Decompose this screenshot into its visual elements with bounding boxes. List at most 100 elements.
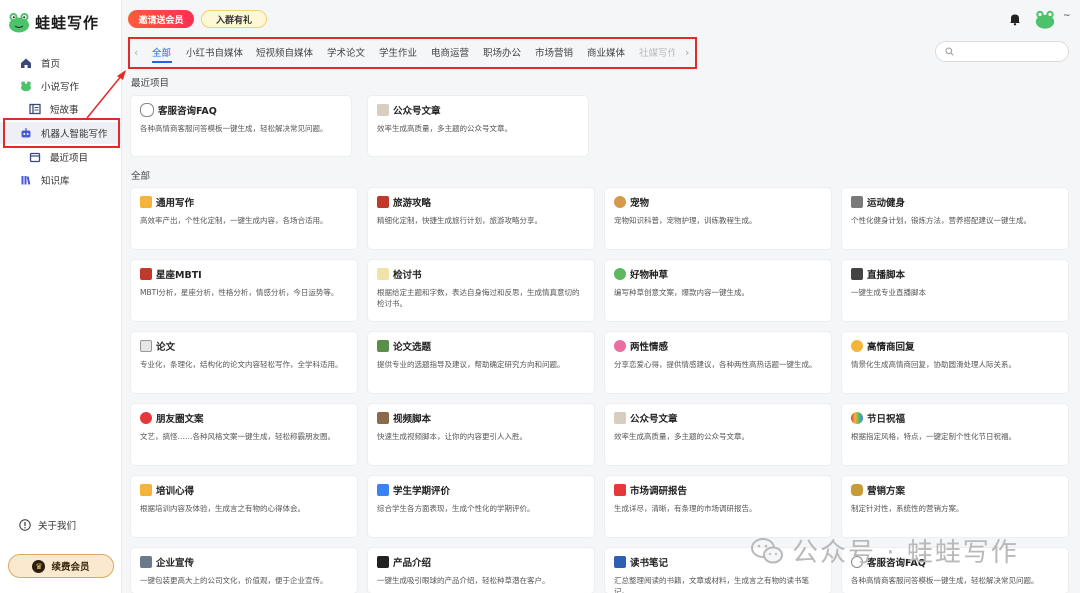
card-desc: 根据指定风格，特点，一键定制个性化节日祝福。: [851, 432, 1016, 441]
template-card[interactable]: 运动健身 个性化健身计划，锻炼方法，营养搭配建议一键生成。: [842, 188, 1068, 249]
template-card[interactable]: 好物种草 编写种草创意文案，爆款内容一键生成。: [605, 260, 831, 321]
film-icon: [377, 412, 389, 424]
card-title: 客服咨询FAQ: [158, 106, 217, 117]
card-desc: 提供专业的选题指导及建议，帮助确定研究方向和问题。: [377, 360, 565, 369]
app-name: 蛙蛙写作: [35, 13, 100, 32]
folder-icon: [29, 152, 41, 163]
memo-icon: [377, 268, 389, 280]
info-icon: [19, 519, 31, 531]
template-card[interactable]: 节日祝福 根据指定风格，特点，一键定制个性化节日祝福。: [842, 404, 1068, 465]
tab-ecommerce[interactable]: 电商运营: [431, 45, 469, 59]
notebook-icon: [614, 556, 626, 568]
template-card[interactable]: 论文 专业化，条理化，结构化的论文内容轻松写作，全学科适用。: [131, 332, 357, 393]
tab-homework[interactable]: 学生作业: [379, 45, 417, 59]
card-desc: MBTI分析，星座分析，性格分析，情感分析，今日运势等。: [140, 288, 339, 297]
template-card[interactable]: 宠物 宠物知识科普，宠物护理，训练教程生成。: [605, 188, 831, 249]
card-title: 营销方案: [867, 486, 906, 497]
recent-card[interactable]: 客服咨询FAQ 各种高情商客服问答模板一键生成，轻松解决常见问题。: [131, 96, 351, 156]
sidebar-item-label: 最近项目: [50, 153, 89, 164]
template-card[interactable]: 旅游攻略 精细化定制，快捷生成旅行计划，旅游攻略分享。: [368, 188, 594, 249]
tab-xiaohongshu[interactable]: 小红书自媒体: [186, 45, 243, 59]
dog-icon: [614, 196, 626, 208]
books-icon: [377, 340, 389, 352]
card-desc: 综合学生各方面表现，生成个性化的学期评价。: [377, 504, 535, 513]
card-desc: 一键生成专业直播脚本: [851, 288, 926, 297]
frog-logo-icon: [9, 13, 29, 33]
invite-promo-button[interactable]: 邀请送会员: [128, 10, 194, 28]
renew-membership-button[interactable]: ♛ 续费会员: [8, 554, 114, 578]
tab-short-video[interactable]: 短视频自媒体: [256, 45, 313, 59]
template-card[interactable]: 论文选题 提供专业的选题指导及建议，帮助确定研究方向和问题。: [368, 332, 594, 393]
user-menu-caret[interactable]: ~: [1063, 11, 1071, 21]
user-avatar[interactable]: [1034, 8, 1056, 30]
template-card[interactable]: 市场调研报告 生成详尽，清晰，有条理的市场调研报告。: [605, 476, 831, 537]
sidebar-item-home[interactable]: 首页: [0, 52, 121, 74]
card-desc: 效率生成高质量，多主题的公众号文章。: [614, 432, 749, 441]
sidebar: 蛙蛙写作 首页 小说写作 短故事 机器人智能写作 最近项目 知识库 关于我们 ♛…: [0, 0, 122, 593]
tabs-prev-arrow-icon[interactable]: ‹: [134, 46, 138, 59]
app-logo[interactable]: 蛙蛙写作: [7, 10, 99, 34]
template-card[interactable]: 公众号文章 效率生成高质量，多主题的公众号文章。: [605, 404, 831, 465]
template-card[interactable]: 两性情感 分享恋爱心得，提供情感建议，各种两性高热话题一键生成。: [605, 332, 831, 393]
card-title: 通用写作: [156, 198, 195, 209]
template-card[interactable]: 通用写作 高效率产出，个性化定制，一键生成内容，各场合适用。: [131, 188, 357, 249]
about-us-label: 关于我们: [38, 521, 77, 532]
card-desc: 根据给定主题和字数，表达自身悔过和反思，生成情真意切的检讨书。: [377, 288, 580, 308]
tab-marketing[interactable]: 市场营销: [535, 45, 573, 59]
template-card[interactable]: 视频脚本 快速生成视频脚本，让你的内容更引人入胜。: [368, 404, 594, 465]
smiling-face-icon: [851, 340, 863, 352]
pen-icon: [377, 556, 389, 568]
card-title: 市场调研报告: [630, 486, 688, 497]
template-card[interactable]: 企业宣传 一键包装更高大上的公司文化，价值观，便于企业宣传。: [131, 548, 357, 593]
card-title: 朋友圈文案: [156, 414, 204, 425]
card-desc: 专业化，条理化，结构化的论文内容轻松写作，全学科适用。: [140, 360, 343, 369]
join-group-promo-button[interactable]: 入群有礼: [201, 10, 267, 28]
active-tab-indicator: [152, 61, 172, 63]
recent-card[interactable]: 公众号文章 效率生成高质量，多主题的公众号文章。: [368, 96, 588, 156]
frog-icon: [21, 81, 31, 92]
sidebar-item-short-story[interactable]: 短故事: [0, 98, 121, 120]
watermark-text: 公众号 · 蛙蛙写作: [792, 538, 1019, 568]
tabs-next-arrow-icon[interactable]: ›: [685, 46, 689, 59]
sidebar-item-novel[interactable]: 小说写作: [0, 75, 121, 97]
card-title: 宠物: [630, 198, 650, 209]
card-desc: 情景化生成高情商回复，协助圆滑处理人际关系。: [851, 360, 1016, 369]
newspaper-icon: [377, 104, 389, 116]
search-input[interactable]: [935, 41, 1069, 62]
wechat-icon: [751, 537, 783, 563]
balloon-icon: [140, 412, 152, 424]
home-icon: [21, 58, 31, 68]
template-card[interactable]: 星座MBTI MBTI分析，星座分析，性格分析，情感分析，今日运势等。: [131, 260, 357, 321]
card-title: 旅游攻略: [393, 198, 432, 209]
card-title: 直播脚本: [867, 270, 906, 281]
sidebar-item-label: 知识库: [41, 176, 70, 187]
couple-icon: [614, 340, 626, 352]
template-card[interactable]: 产品介绍 一键生成吸引眼球的产品介绍，轻松种草潜在客户。: [368, 548, 594, 593]
tab-all[interactable]: 全部: [152, 45, 171, 59]
bar-chart-icon: [377, 484, 389, 496]
tab-business-media[interactable]: 商业媒体: [587, 45, 625, 59]
about-us-link[interactable]: 关于我们: [19, 518, 76, 532]
card-title: 公众号文章: [630, 414, 678, 425]
template-card[interactable]: 朋友圈文案 文艺，搞怪……各种风格文案一键生成，轻松称霸朋友圈。: [131, 404, 357, 465]
card-desc: 宠物知识科普，宠物护理，训练教程生成。: [614, 216, 757, 225]
template-card[interactable]: 检讨书 根据给定主题和字数，表达自身悔过和反思，生成情真意切的检讨书。: [368, 260, 594, 321]
card-desc: 各种高情商客服问答模板一键生成，轻松解决常见问题。: [851, 576, 1039, 585]
template-card[interactable]: 直播脚本 一键生成专业直播脚本: [842, 260, 1068, 321]
bell-icon[interactable]: [1008, 12, 1022, 26]
tab-social-media[interactable]: 社媒写作: [639, 45, 675, 59]
rainbow-icon: [851, 412, 863, 424]
search-icon: [945, 47, 954, 56]
trend-chart-icon: [614, 484, 626, 496]
sidebar-item-recent-projects[interactable]: 最近项目: [0, 146, 121, 168]
template-card[interactable]: 高情商回复 情景化生成高情商回复，协助圆滑处理人际关系。: [842, 332, 1068, 393]
tab-academic-paper[interactable]: 学术论文: [327, 45, 365, 59]
sidebar-item-knowledge-base[interactable]: 知识库: [0, 169, 121, 191]
card-desc: 快速生成视频脚本，让你的内容更引人入胜。: [377, 432, 527, 441]
template-card[interactable]: 营销方案 制定针对性，系统性的营销方案。: [842, 476, 1068, 537]
tab-workplace[interactable]: 职场办公: [483, 45, 521, 59]
crown-icon: ♛: [32, 559, 46, 573]
template-card[interactable]: 学生学期评价 综合学生各方面表现，生成个性化的学期评价。: [368, 476, 594, 537]
template-card[interactable]: 培训心得 根据培训内容及体验，生成言之有物的心得体会。: [131, 476, 357, 537]
video-camera-icon: [851, 268, 863, 280]
